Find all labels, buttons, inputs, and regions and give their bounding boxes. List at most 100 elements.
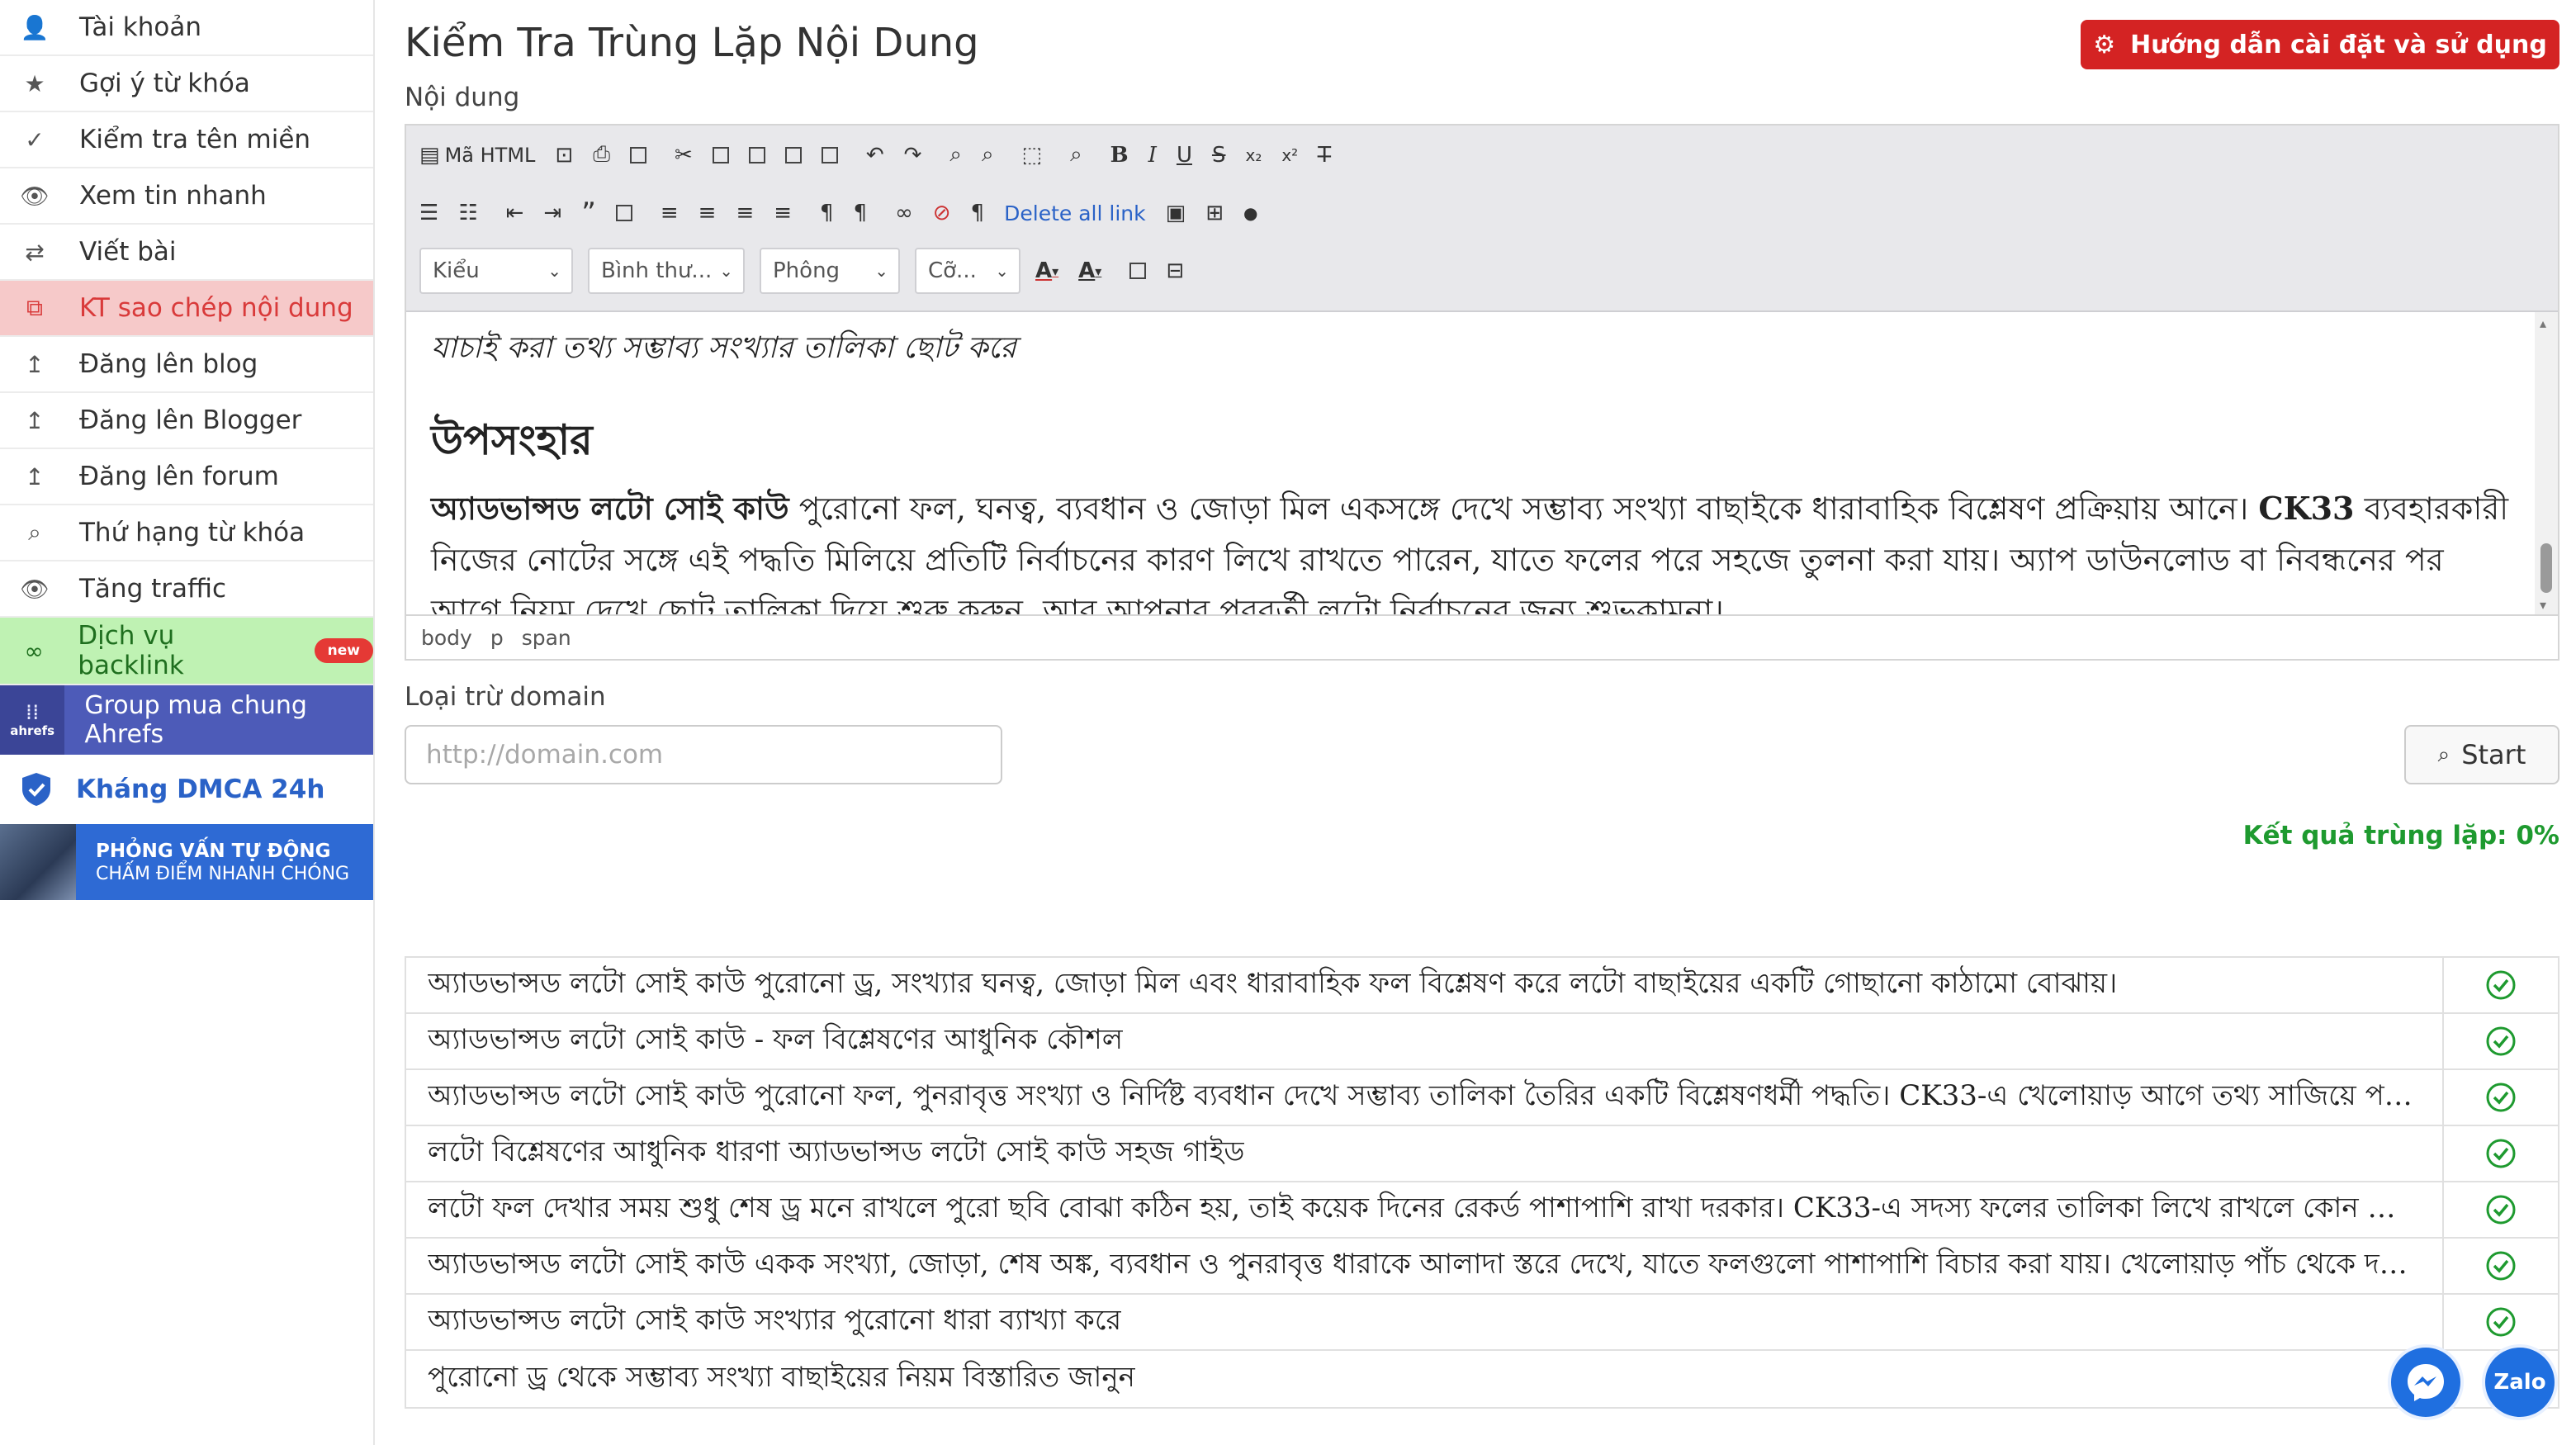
sidebar-item-tài-khoản[interactable]: 👤 Tài khoản bbox=[0, 0, 373, 56]
spellcheck-icon[interactable]: ⌕ bbox=[1070, 142, 1082, 168]
bg-color-icon[interactable]: A ▾ bbox=[1078, 258, 1101, 283]
sidebar-item-ahrefs[interactable]: ⁞⁞ ahrefs Group mua chung Ahrefs bbox=[0, 685, 373, 755]
table-row[interactable]: অ্যাডভান্সড লটো সোই কাউ পুরোনো ড্র, সংখ্… bbox=[406, 958, 2558, 1014]
outdent-icon[interactable]: ⇤ bbox=[506, 201, 524, 225]
indent-icon[interactable]: ⇥ bbox=[543, 201, 561, 225]
sidebar-item-đăng-lên-forum[interactable]: ↥ Đăng lên forum bbox=[0, 449, 373, 505]
redo-icon[interactable]: ↷ bbox=[904, 143, 922, 168]
zalo-button[interactable]: Zalo bbox=[2482, 1344, 2558, 1420]
toolbar-row-1: ▤ Mã HTML ⊡ ⎙ ✂ ↶ ↷ ⌕ ⌕ ⬚ ⌕ B I U S x₂ x²… bbox=[419, 142, 1351, 168]
sidebar-item-label: Group mua chung Ahrefs bbox=[84, 691, 307, 749]
table-row[interactable]: লটো বিশ্লেষণের আধুনিক ধারণা অ্যাডভান্সড … bbox=[406, 1126, 2558, 1182]
sidebar-item-xem-tin-nhanh[interactable]: 👁 Xem tin nhanh bbox=[0, 168, 373, 225]
ltr-icon[interactable]: ¶ bbox=[820, 201, 834, 225]
sidebar-item-kt-sao-chép-nội-dung[interactable]: ⧉ KT sao chép nội dung bbox=[0, 281, 373, 337]
size-select[interactable]: Cỡ... ⌄ bbox=[915, 248, 1020, 294]
text-color-icon[interactable]: A ▾ bbox=[1035, 258, 1058, 283]
maximize-icon[interactable] bbox=[1129, 263, 1147, 279]
table-row[interactable]: অ্যাডভান্সড লটো সোই কাউ পুরোনো ফল, পুনরা… bbox=[406, 1070, 2558, 1126]
table-icon[interactable]: ⊞ bbox=[1205, 201, 1224, 225]
result-text: অ্যাডভান্সড লটো সোই কাউ একক সংখ্যা, জোড়… bbox=[406, 1239, 2444, 1293]
sidebar-item-dmca[interactable]: Kháng DMCA 24h bbox=[0, 755, 373, 824]
sidebar-item-label: Tài khoản bbox=[79, 12, 201, 42]
print-icon[interactable]: ⎙ bbox=[593, 142, 610, 168]
table-row[interactable]: অ্যাডভান্সড লটো সোই কাউ সংখ্যার পুরোনো ধ… bbox=[406, 1295, 2558, 1351]
unlink-icon[interactable]: ⊘ bbox=[933, 201, 951, 225]
copy-icon[interactable] bbox=[712, 146, 729, 163]
superscript-icon[interactable]: x² bbox=[1281, 145, 1298, 165]
align-left-icon[interactable]: ≡ bbox=[661, 201, 679, 225]
sidebar-item-tăng-traffic[interactable]: 👁 Tăng traffic bbox=[0, 561, 373, 618]
interview-subtitle: CHẤM ĐIỂM NHANH CHÓNG bbox=[96, 863, 350, 884]
replace-icon[interactable]: ⌕ bbox=[982, 142, 994, 168]
cut-icon[interactable]: ✂ bbox=[675, 143, 693, 168]
preview-icon[interactable] bbox=[630, 146, 647, 163]
italic-icon[interactable]: I bbox=[1148, 143, 1157, 168]
bold-icon[interactable]: B bbox=[1110, 143, 1129, 168]
sidebar-item-kiểm-tra-tên-miền[interactable]: ✓ Kiểm tra tên miền bbox=[0, 112, 373, 168]
bullet-list-icon[interactable]: ☷ bbox=[458, 201, 477, 225]
sidebar-item-label: Dịch vụ backlink bbox=[78, 621, 184, 680]
chevron-down-icon: ⌄ bbox=[995, 261, 1009, 281]
paste-icon[interactable] bbox=[748, 146, 765, 163]
font-select[interactable]: Phông ⌄ bbox=[760, 248, 900, 294]
subscript-icon[interactable]: x₂ bbox=[1245, 145, 1262, 165]
show-blocks-icon[interactable]: ⊟ bbox=[1166, 258, 1184, 283]
sidebar-item-interview[interactable]: PHỎNG VẤN TỰ ĐỘNG CHẤM ĐIỂM NHANH CHÓNG bbox=[0, 824, 373, 900]
table-row[interactable]: অ্যাডভান্সড লটো সোই কাউ - ফল বিশ্লেষণের … bbox=[406, 1014, 2558, 1070]
toolbar-row-2: ☰ ☷ ⇤ ⇥ ” ≡ ≡ ≡ ≡ ¶ ¶ ∞ ⊘ ¶ Delete all l… bbox=[419, 197, 1277, 230]
remove-format-icon[interactable]: T̶ bbox=[1318, 143, 1331, 168]
path-span[interactable]: span bbox=[522, 626, 571, 650]
align-justify-icon[interactable]: ≡ bbox=[774, 201, 792, 225]
guide-button[interactable]: ⚙ Hướng dẫn cài đặt và sử dụng bbox=[2081, 20, 2559, 69]
image-icon[interactable]: ▣ bbox=[1166, 201, 1186, 225]
sidebar-item-viết-bài[interactable]: ⇄ Viết bài bbox=[0, 225, 373, 281]
info-icon[interactable]: ● bbox=[1243, 203, 1257, 223]
delete-all-link-button[interactable]: Delete all link bbox=[1004, 201, 1145, 225]
path-body[interactable]: body bbox=[421, 626, 472, 650]
scroll-down-icon[interactable]: ▾ bbox=[2540, 597, 2546, 613]
link-icon: ∞ bbox=[24, 637, 44, 665]
strike-icon[interactable]: S bbox=[1212, 143, 1226, 168]
div-container-icon[interactable] bbox=[615, 205, 632, 221]
sidebar: 👤 Tài khoản ★ Gợi ý từ khóa ✓ Kiểm tra tên mi… bbox=[0, 0, 375, 1445]
sidebar-item-đăng-lên-blog[interactable]: ↥ Đăng lên blog bbox=[0, 337, 373, 393]
save-icon[interactable]: ⊡ bbox=[555, 143, 573, 168]
paste-text-icon[interactable] bbox=[784, 146, 802, 163]
align-center-icon[interactable]: ≡ bbox=[698, 201, 717, 225]
path-p[interactable]: p bbox=[490, 626, 504, 650]
scroll-thumb[interactable] bbox=[2540, 543, 2552, 593]
sidebar-item-thứ-hạng-từ-khóa[interactable]: ⌕ Thứ hạng từ khóa bbox=[0, 505, 373, 561]
table-row[interactable]: পুরোনো ড্র থেকে সম্ভাব্য সংখ্যা বাছাইয়ে… bbox=[406, 1351, 2558, 1407]
messenger-button[interactable] bbox=[2388, 1344, 2464, 1420]
table-row[interactable]: অ্যাডভান্সড লটো সোই কাউ একক সংখ্যা, জোড়… bbox=[406, 1239, 2558, 1295]
shield-icon bbox=[22, 773, 50, 806]
result-text: লটো বিশ্লেষণের আধুনিক ধারণা অ্যাডভান্সড … bbox=[406, 1126, 2444, 1181]
paragraph-icon[interactable]: ¶ bbox=[971, 201, 985, 225]
scroll-up-icon[interactable]: ▴ bbox=[2540, 315, 2546, 331]
source-html-button[interactable]: ▤ Mã HTML bbox=[419, 143, 535, 168]
rtl-icon[interactable]: ¶ bbox=[854, 201, 868, 225]
select-all-icon[interactable]: ⬚ bbox=[1022, 143, 1043, 168]
link-icon[interactable]: ∞ bbox=[895, 201, 913, 225]
undo-icon[interactable]: ↶ bbox=[866, 143, 884, 168]
toolbar-row-3: Kiểu ⌄ Bình thư... ⌄ Phông ⌄ Cỡ... ⌄ A ▾ A ▾ ⊟ bbox=[419, 248, 1204, 294]
start-button[interactable]: ⌕ Start bbox=[2404, 725, 2559, 784]
result-text: পুরোনো ড্র থেকে সম্ভাব্য সংখ্যা বাছাইয়ে… bbox=[406, 1351, 2444, 1407]
exclude-domain-input[interactable] bbox=[405, 725, 1002, 784]
editor-scrollbar[interactable]: ▴ ▾ bbox=[2535, 312, 2558, 616]
underline-icon[interactable]: U bbox=[1177, 143, 1192, 168]
style-select[interactable]: Kiểu ⌄ bbox=[419, 248, 573, 294]
numbered-list-icon[interactable]: ☰ bbox=[419, 201, 438, 225]
sidebar-item-đăng-lên-blogger[interactable]: ↥ Đăng lên Blogger bbox=[0, 393, 373, 449]
table-row[interactable]: লটো ফল দেখার সময় শুধু শেষ ড্র মনে রাখলে… bbox=[406, 1182, 2558, 1239]
paste-word-icon[interactable] bbox=[821, 146, 838, 163]
sidebar-item-backlink[interactable]: ∞ Dịch vụ backlink new bbox=[0, 618, 373, 685]
editor-content[interactable]: যাচাই করা তথ্য সম্ভাব্য সংখ্যার তালিকা ছ… bbox=[406, 312, 2536, 616]
find-icon[interactable]: ⌕ bbox=[949, 142, 962, 168]
sidebar-item-label: KT sao chép nội dung bbox=[79, 293, 353, 323]
sidebar-item-gợi-ý-từ-khóa[interactable]: ★ Gợi ý từ khóa bbox=[0, 56, 373, 112]
align-right-icon[interactable]: ≡ bbox=[736, 201, 754, 225]
format-select[interactable]: Bình thư... ⌄ bbox=[588, 248, 745, 294]
blockquote-icon[interactable]: ” bbox=[581, 197, 596, 230]
